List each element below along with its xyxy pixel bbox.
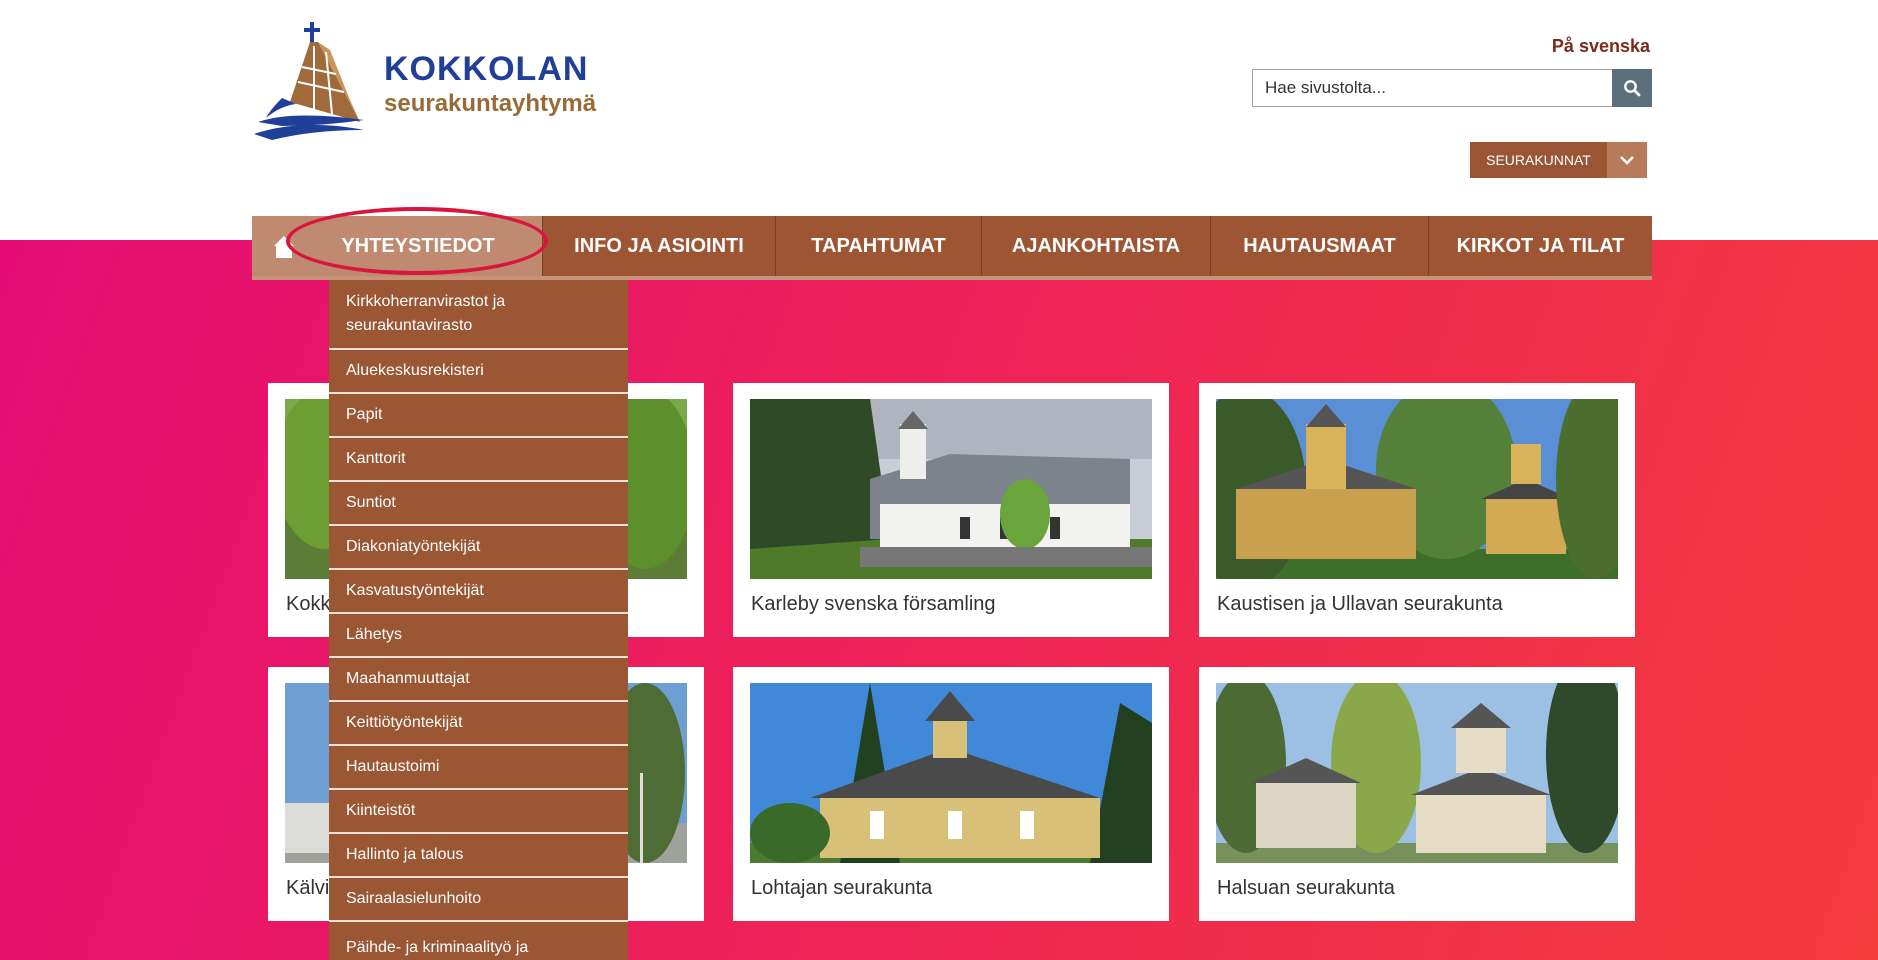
- dropdown-item[interactable]: Diakoniatyöntekijät: [329, 526, 628, 570]
- dropdown-item[interactable]: Suntiot: [329, 482, 628, 526]
- dropdown-item[interactable]: Kiinteistöt: [329, 790, 628, 834]
- search-form: [1252, 69, 1652, 107]
- nav-item-ajankohtaista[interactable]: AJANKOHTAISTA: [981, 216, 1210, 276]
- dropdown-item[interactable]: Lähetys: [329, 614, 628, 658]
- dropdown-item[interactable]: Papit: [329, 394, 628, 438]
- language-switch-link[interactable]: På svenska: [1552, 36, 1650, 57]
- parish-card-image: [1216, 683, 1618, 863]
- dropdown-item[interactable]: Aluekeskusrekisteri: [329, 350, 628, 394]
- dropdown-item[interactable]: Päihde- ja kriminaalityö ja: [329, 922, 628, 960]
- search-button[interactable]: [1612, 69, 1652, 107]
- parish-card-image: [750, 683, 1152, 863]
- contact-dropdown-menu: Kirkkoherranvirastot ja seurakuntavirast…: [329, 280, 628, 960]
- page: { "header": { "logo_title": "KOKKOLAN", …: [0, 0, 1878, 960]
- dropdown-item[interactable]: Kirkkoherranvirastot ja seurakuntavirast…: [329, 280, 628, 350]
- dropdown-item[interactable]: Kanttorit: [329, 438, 628, 482]
- parish-card-title: Kokk: [286, 593, 331, 615]
- logo-subtitle: seurakuntayhtymä: [384, 90, 597, 117]
- logo-title: KOKKOLAN: [384, 50, 589, 88]
- dropdown-item[interactable]: Sairaalasielunhoito: [329, 878, 628, 922]
- dropdown-item[interactable]: Kasvatustyöntekijät: [329, 570, 628, 614]
- dropdown-item[interactable]: Keittiötyöntekijät: [329, 702, 628, 746]
- parish-card-image: [750, 399, 1152, 579]
- search-input[interactable]: [1252, 69, 1613, 107]
- parish-card-title: Kälvi: [286, 877, 330, 899]
- parish-card[interactable]: Lohtajan seurakunta: [733, 667, 1169, 921]
- parish-card[interactable]: Kaustisen ja Ullavan seurakunta: [1199, 383, 1635, 637]
- search-icon: [1624, 80, 1641, 97]
- site-logo[interactable]: KOKKOLAN seurakuntayhtymä: [252, 22, 596, 142]
- parish-card-image: [1216, 399, 1618, 579]
- parish-card[interactable]: Halsuan seurakunta: [1199, 667, 1635, 921]
- dropdown-item[interactable]: Maahanmuuttajat: [329, 658, 628, 702]
- nav-item-kirkot-ja-tilat[interactable]: KIRKOT JA TILAT: [1428, 216, 1652, 276]
- nav-item-tapahtumat[interactable]: TAPAHTUMAT: [775, 216, 981, 276]
- parishes-dropdown-toggle[interactable]: [1607, 142, 1647, 178]
- dropdown-item[interactable]: Hallinto ja talous: [329, 834, 628, 878]
- parish-card-title: Lohtajan seurakunta: [751, 877, 933, 899]
- nav-item-hautausmaat[interactable]: HAUTAUSMAAT: [1210, 216, 1428, 276]
- parish-card-title: Kaustisen ja Ullavan seurakunta: [1217, 593, 1503, 615]
- dropdown-item[interactable]: Hautaustoimi: [329, 746, 628, 790]
- active-item-highlight-circle: [286, 207, 548, 275]
- chevron-down-icon: [1620, 156, 1634, 165]
- parish-card-title: Halsuan seurakunta: [1217, 877, 1395, 899]
- parish-card-title: Karleby svenska församling: [751, 593, 996, 615]
- parishes-dropdown[interactable]: SEURAKUNNAT: [1470, 142, 1647, 178]
- parish-card[interactable]: Karleby svenska församling: [733, 383, 1169, 637]
- parishes-dropdown-label: SEURAKUNNAT: [1486, 152, 1591, 168]
- logo-ship-icon: [254, 22, 364, 140]
- nav-item-info-ja-asiointi[interactable]: INFO JA ASIOINTI: [542, 216, 775, 276]
